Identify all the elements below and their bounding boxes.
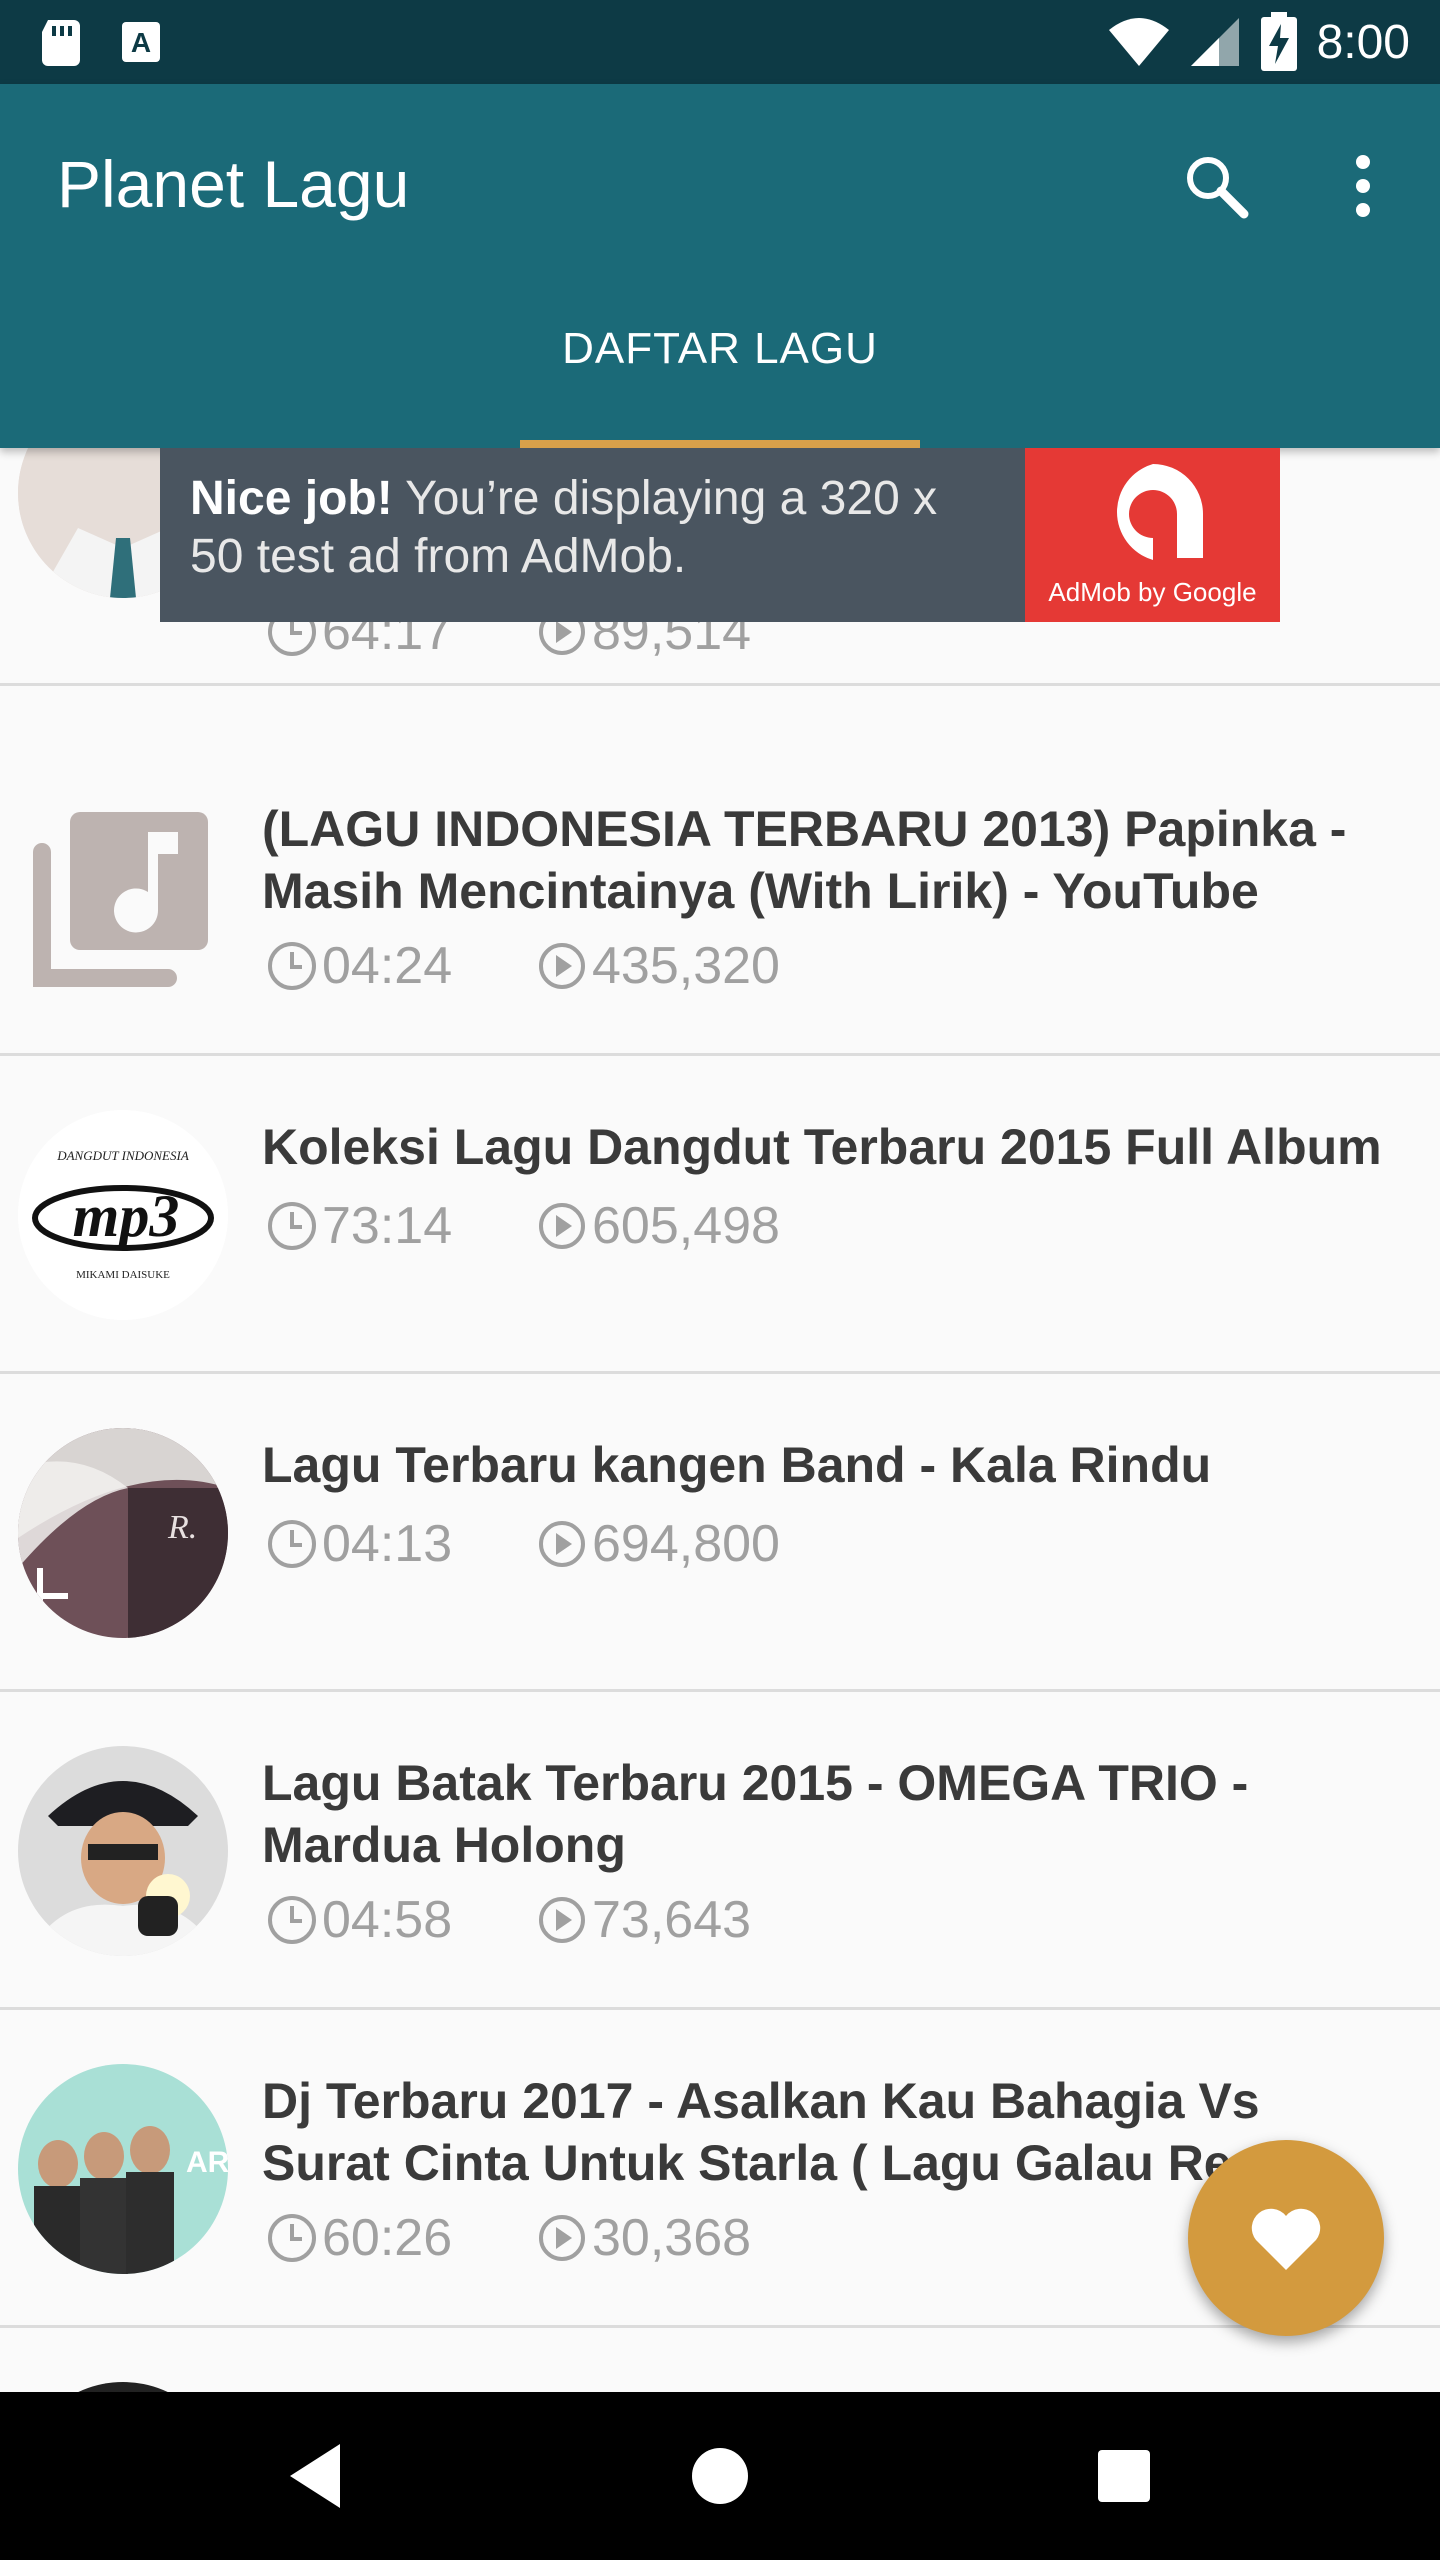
song-meta: 60:26 30,368 xyxy=(266,2208,751,2268)
play-count-icon xyxy=(539,943,585,989)
song-title: Lagu Terbaru kangen Band - Kala Rindu xyxy=(262,1437,1212,1493)
song-duration: 04:13 xyxy=(322,1515,453,1573)
ad-text: Nice job! You’re displaying a 320 x 50 t… xyxy=(160,448,1025,622)
tab-label: DAFTAR LAGU xyxy=(562,324,878,373)
clock-icon xyxy=(268,2214,316,2262)
list-item[interactable]: R. Lagu Terbaru kangen Band - Kala Rindu… xyxy=(0,1374,1440,1692)
music-library-icon xyxy=(33,812,208,987)
admob-logo: AdMob by Google xyxy=(1025,448,1280,622)
admob-logo-icon xyxy=(1117,464,1203,560)
text-a-icon: A xyxy=(122,22,160,62)
list-item[interactable]: DANGDUT INDONESIA mp3 MIKAMI DAISUKE Kol… xyxy=(0,1056,1440,1374)
app-title: Planet Lagu xyxy=(57,147,410,221)
status-time: 8:00 xyxy=(1316,15,1410,69)
song-list: 64:17 89,514 (LAGU INDONESIA TERBARU 201… xyxy=(0,448,1440,2392)
search-icon[interactable] xyxy=(1180,150,1252,222)
singer-photo xyxy=(18,1746,228,1956)
song-views: 73,643 xyxy=(592,1891,752,1949)
clock-icon xyxy=(268,1202,316,1250)
tab-daftar-lagu[interactable]: DAFTAR LAGU xyxy=(520,280,920,448)
song-meta: 04:58 73,643 xyxy=(266,1890,751,1950)
song-duration: 73:14 xyxy=(322,1197,453,1255)
song-title: Lagu Batak Terbaru 2015 - OMEGA TRIO - M… xyxy=(262,1755,1249,1873)
song-duration: 04:58 xyxy=(322,1891,453,1949)
list-item[interactable] xyxy=(0,2328,1440,2392)
mp3-logo-top: DANGDUT INDONESIA xyxy=(56,1148,189,1163)
sd-card-icon xyxy=(42,20,80,66)
list-item[interactable]: (LAGU INDONESIA TERBARU 2013) Papinka - … xyxy=(0,738,1440,1056)
ad-banner[interactable]: Nice job! You’re displaying a 320 x 50 t… xyxy=(160,448,1280,622)
song-views: 30,368 xyxy=(592,2209,752,2267)
song-title: Koleksi Lagu Dangdut Terbaru 2015 Full A… xyxy=(262,1119,1382,1175)
play-count-icon xyxy=(539,1203,585,1249)
more-options-icon[interactable] xyxy=(1340,150,1386,222)
recents-icon[interactable] xyxy=(1082,2434,1166,2518)
clock-icon xyxy=(268,942,316,990)
battery-charging-icon xyxy=(1260,12,1297,71)
clock-icon xyxy=(268,1520,316,1568)
song-meta: 73:14 605,498 xyxy=(266,1196,780,1256)
mp3-logo-main: mp3 xyxy=(73,1183,180,1249)
back-icon[interactable] xyxy=(278,2434,362,2518)
svg-text:R.: R. xyxy=(167,1509,197,1546)
play-count-icon xyxy=(539,1897,585,1943)
song-thumbnail xyxy=(18,792,228,1002)
song-thumbnail: R. xyxy=(18,1428,228,1638)
song-thumbnail xyxy=(18,2382,228,2392)
song-meta: 04:13 694,800 xyxy=(266,1514,780,1574)
app-bar: Planet Lagu DAFTAR LAGU xyxy=(0,84,1440,448)
favorites-fab[interactable] xyxy=(1188,2140,1384,2336)
svg-text:A: A xyxy=(131,27,151,58)
mp3-logo: DANGDUT INDONESIA mp3 MIKAMI DAISUKE xyxy=(18,1110,228,1320)
song-duration: 60:26 xyxy=(322,2209,453,2267)
play-count-icon xyxy=(539,2215,585,2261)
song-duration: 04:24 xyxy=(322,937,453,995)
navigation-bar xyxy=(0,2392,1440,2560)
song-thumbnail: AR xyxy=(18,2064,228,2274)
play-count-icon xyxy=(539,1521,585,1567)
wifi-icon xyxy=(1108,18,1169,66)
admob-caption: AdMob by Google xyxy=(1048,577,1257,607)
status-bar: A 8:00 xyxy=(0,0,1440,84)
group-photo: AR xyxy=(18,2064,228,2274)
song-meta: 04:24 435,320 xyxy=(266,936,780,996)
home-icon[interactable] xyxy=(678,2434,762,2518)
mp3-logo-bottom: MIKAMI DAISUKE xyxy=(76,1269,170,1281)
song-thumbnail: DANGDUT INDONESIA mp3 MIKAMI DAISUKE xyxy=(18,1110,228,1320)
song-title-text: Dj Terbaru 2017 - Asalkan Kau Bahagia Vs… xyxy=(262,2073,1260,2191)
ad-headline: Nice job! xyxy=(190,472,393,525)
clock-icon xyxy=(268,1896,316,1944)
list-item[interactable]: Lagu Batak Terbaru 2015 - OMEGA TRIO - M… xyxy=(0,1692,1440,2010)
band-artwork: R. xyxy=(18,1428,228,1638)
song-thumbnail xyxy=(18,1746,228,1956)
tab-indicator xyxy=(520,440,920,448)
heart-icon xyxy=(1251,2208,1321,2270)
song-views: 435,320 xyxy=(592,937,780,995)
song-title: (LAGU INDONESIA TERBARU 2013) Papinka - … xyxy=(262,801,1347,919)
song-views: 605,498 xyxy=(592,1197,780,1255)
song-views: 694,800 xyxy=(592,1515,780,1573)
signal-icon xyxy=(1190,18,1239,66)
svg-text:AR: AR xyxy=(186,2146,228,2179)
